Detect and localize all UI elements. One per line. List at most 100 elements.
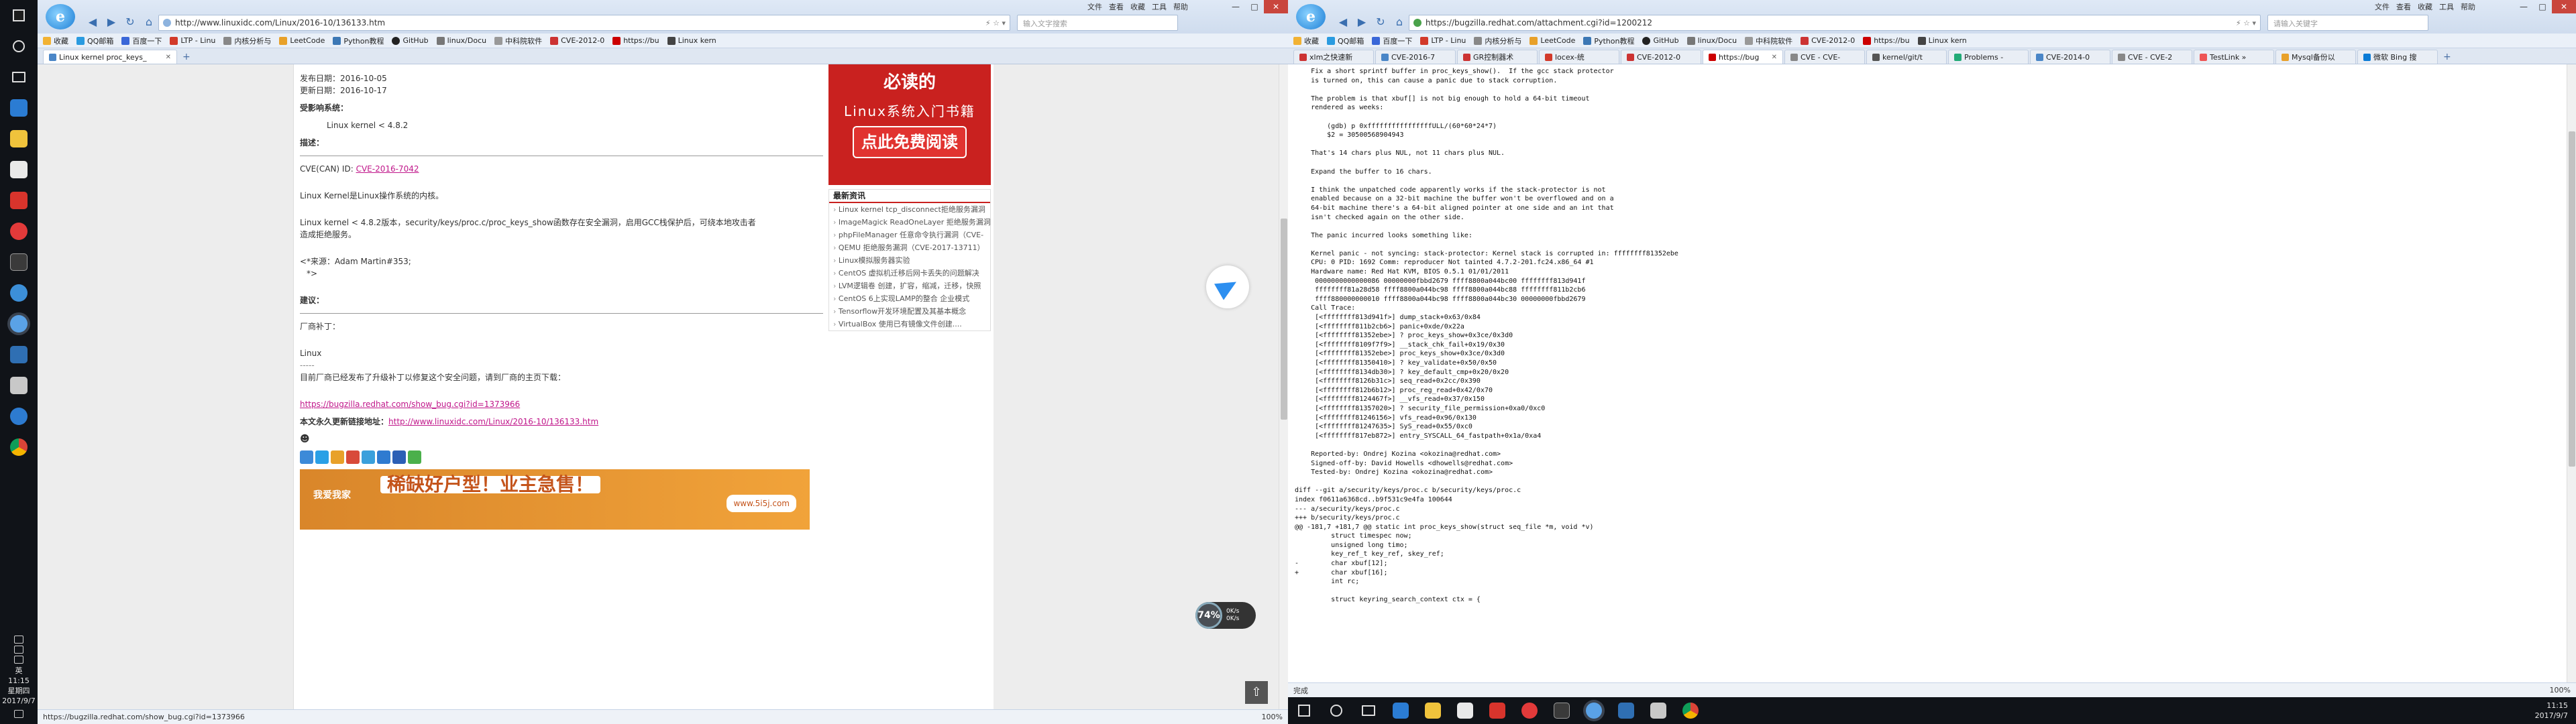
edge-browser-icon[interactable] (1385, 697, 1417, 724)
bookmark-item[interactable]: CVE-2012-0 (1801, 36, 1855, 45)
back-to-top-icon[interactable]: ⇧ (1245, 681, 1268, 704)
ad-read-button[interactable]: 点此免费阅读 (853, 126, 967, 158)
maximize-button[interactable]: □ (1245, 0, 1264, 13)
monitor-icon[interactable] (0, 339, 38, 370)
status-zoom[interactable]: 100% (1262, 713, 1283, 721)
sidebar-book-ad[interactable]: 必读的 Linux系统入门书籍 点此免费阅读 (828, 64, 991, 185)
new-tab-button[interactable]: + (2439, 52, 2455, 64)
browser-tab[interactable]: xlm之快速新 (1293, 50, 1374, 64)
forward-icon[interactable]: ▶ (103, 15, 119, 29)
settings-icon[interactable] (0, 401, 38, 432)
store-icon[interactable] (1449, 697, 1481, 724)
browser-tab[interactable]: CVE-2014-0 (2030, 50, 2110, 64)
bookmark-item[interactable]: Linux kern (667, 36, 716, 45)
menu-file[interactable]: 文件 (2375, 1, 2390, 12)
search-input[interactable]: 请输入关键字 (2267, 15, 2428, 31)
browser-360-logo[interactable]: e (46, 4, 75, 29)
news-item[interactable]: VirtualBox 使用已有镜像文件创建.... (829, 318, 990, 330)
bookmark-item[interactable]: https://bu (1863, 36, 1910, 45)
menu-file[interactable]: 文件 (1087, 1, 1102, 12)
maximize-button[interactable]: □ (2533, 0, 2552, 13)
bookmark-item[interactable]: LTP - Linu (1420, 36, 1466, 45)
browser-tab[interactable]: kernel/git/t (1866, 50, 1947, 64)
bookmark-item[interactable]: 中科院软件 (494, 36, 542, 46)
bookmark-item[interactable]: LTP - Linu (170, 36, 215, 45)
search-icon[interactable] (1320, 697, 1352, 724)
address-bar[interactable]: https://bugzilla.redhat.com/attachment.c… (1409, 15, 2261, 31)
banner-ad[interactable]: 我爱我家 稀缺好户型！业主急售！ www.5i5j.com (300, 469, 810, 530)
menu-favorites[interactable]: 收藏 (1130, 1, 1145, 12)
chrome-icon[interactable] (0, 432, 38, 463)
share-tencent-icon[interactable] (362, 450, 375, 464)
app-red-icon[interactable] (0, 185, 38, 216)
bookmark-item[interactable]: 百度一下 (121, 36, 162, 46)
bookmark-item[interactable]: Linux kern (1917, 36, 1967, 45)
browser-tab[interactable]: 微软 Bing 搜 (2357, 50, 2438, 64)
share-renren-icon[interactable] (377, 450, 390, 464)
start-button[interactable] (1288, 697, 1320, 724)
start-button[interactable] (0, 0, 38, 31)
bookmark-item[interactable]: linux/Docu (436, 36, 486, 45)
permalink-link[interactable]: http://www.linuxidc.com/Linux/2016-10/13… (388, 417, 598, 426)
close-tab-icon[interactable]: ✕ (1772, 54, 1777, 61)
bookmark-item[interactable]: LeetCode (279, 36, 325, 45)
share-weibo-icon[interactable] (346, 450, 360, 464)
browser-360-icon[interactable] (0, 278, 38, 308)
menu-help[interactable]: 帮助 (2461, 1, 2475, 12)
minimize-button[interactable]: — (1226, 0, 1245, 13)
browser-360-logo[interactable]: e (1296, 4, 1326, 29)
news-item[interactable]: Linux kernel tcp_disconnect拒绝服务漏洞 (829, 203, 990, 216)
terminal-icon[interactable] (1546, 697, 1578, 724)
news-item[interactable]: ImageMagick ReadOneLayer 拒绝服务漏洞（ (829, 216, 990, 229)
browser-tab[interactable]: CVE-2016-7 (1375, 50, 1456, 64)
tab-linux-kernel[interactable]: Linux kernel proc_keys_ ✕ (43, 50, 177, 64)
bookmark-item[interactable]: CVE-2012-0 (550, 36, 604, 45)
bookmark-item[interactable]: https://bu (612, 36, 659, 45)
home-icon[interactable]: ⌂ (1391, 15, 1407, 29)
bookmark-item[interactable]: 收藏 (43, 36, 68, 46)
news-item[interactable]: QEMU 拒绝服务漏洞（CVE-2017-13711） (829, 241, 990, 254)
url-text[interactable]: https://bugzilla.redhat.com/attachment.c… (1426, 18, 2213, 27)
bookmark-item[interactable]: LeetCode (1529, 36, 1575, 45)
news-item[interactable]: Tensorflow开发环境配置及其基本概念 (829, 305, 990, 318)
netease-music-icon[interactable] (1513, 697, 1546, 724)
news-item[interactable]: LVM逻辑卷 创建，扩容，缩减，迁移，快照 (829, 280, 990, 292)
share-wechat-icon[interactable] (408, 450, 421, 464)
new-tab-button[interactable]: + (178, 52, 195, 64)
browser-tab[interactable]: TestLink » (2194, 50, 2274, 64)
network-icon[interactable] (14, 646, 23, 654)
bookmark-item[interactable]: 中科院软件 (1745, 36, 1792, 46)
browser-tab[interactable]: Mysql备份以 (2275, 50, 2356, 64)
share-plus-icon[interactable] (300, 450, 313, 464)
speed-ball-widget[interactable]: 74% 0K/s 0K/s (1195, 602, 1256, 629)
store-icon[interactable] (0, 154, 38, 185)
menu-favorites[interactable]: 收藏 (2418, 1, 2432, 12)
browser-tab[interactable]: GR控制器术 (1457, 50, 1538, 64)
mail-icon[interactable] (1642, 697, 1674, 724)
file-explorer-icon[interactable] (0, 123, 38, 154)
menu-view[interactable]: 查看 (1109, 1, 1124, 12)
bookmark-item[interactable]: GitHub (1642, 36, 1679, 45)
menu-view[interactable]: 查看 (2396, 1, 2411, 12)
news-item[interactable]: CentOS 6上实现LAMP的整合 企业模式 (829, 292, 990, 305)
url-text[interactable]: http://www.linuxidc.com/Linux/2016-10/13… (175, 18, 963, 27)
vertical-scrollbar[interactable] (2567, 64, 2576, 682)
news-item[interactable]: CentOS 虚拟机迁移后网卡丢失的问题解决 (829, 267, 990, 280)
chrome-icon[interactable] (1674, 697, 1707, 724)
floating-bird-icon[interactable] (1206, 265, 1249, 308)
app-red-icon[interactable] (1481, 697, 1513, 724)
mail-icon[interactable] (0, 370, 38, 401)
reload-icon[interactable]: ↻ (122, 15, 138, 29)
input-language[interactable]: 英 (0, 666, 38, 676)
browser-tab[interactable]: CVE - CVE-2 (2112, 50, 2192, 64)
browser-tab[interactable]: locex-统 (1539, 50, 1619, 64)
browser-tab[interactable]: CVE - CVE- (1784, 50, 1865, 64)
browser-tab-active[interactable]: https://bug ✕ (1703, 50, 1783, 64)
news-item[interactable]: Linux模拟服务器实验 (829, 254, 990, 267)
browser-360-active-icon[interactable] (0, 308, 38, 339)
back-icon[interactable]: ◀ (85, 15, 101, 29)
menu-tools[interactable]: 工具 (2439, 1, 2454, 12)
patch-link[interactable]: https://bugzilla.redhat.com/show_bug.cgi… (300, 400, 520, 409)
address-tools[interactable]: ⚡ ☆ ▾ (963, 19, 1010, 27)
file-explorer-icon[interactable] (1417, 697, 1449, 724)
